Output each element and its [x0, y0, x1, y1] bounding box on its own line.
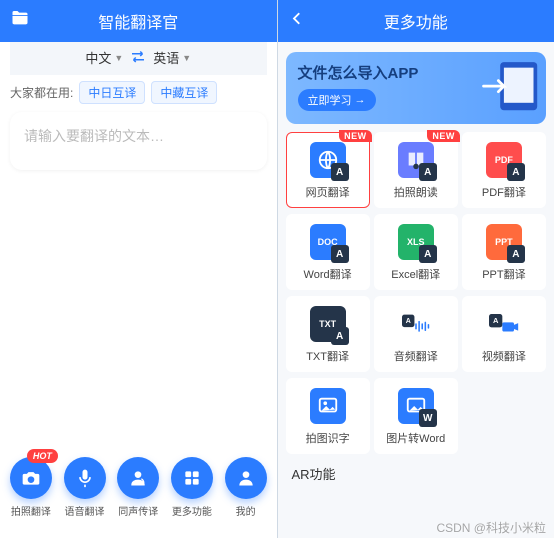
promo-cta-button[interactable]: 立即学习 →	[298, 89, 376, 111]
watermark: CSDN @科技小米粒	[436, 519, 546, 536]
feature-grid: A NEW 网页翻译 A NEW 拍照朗读 PDFAPDF翻译 DOCAWord翻译XLSAE…	[278, 132, 554, 454]
new-badge: NEW	[339, 130, 372, 142]
new-badge: NEW	[427, 130, 460, 142]
feature-label: 图片转Word	[386, 430, 445, 446]
feature-label: PDF翻译	[482, 184, 526, 200]
translate-input[interactable]: 请输入要翻译的文本…	[10, 112, 267, 170]
feature-ocr[interactable]: ANEW拍照朗读	[374, 132, 458, 208]
feature-txt[interactable]: TXTATXT翻译	[286, 296, 370, 372]
tags-label: 大家都在用:	[10, 84, 73, 101]
feature-excel[interactable]: XLSAExcel翻译	[374, 214, 458, 290]
swap-icon[interactable]	[129, 49, 147, 66]
feature-video[interactable]: AA视频翻译	[462, 296, 546, 372]
nav-me[interactable]: 我的	[225, 457, 267, 518]
popular-tags: 大家都在用: 中日互译 中藏互译	[10, 75, 267, 112]
svg-text:A: A	[405, 318, 410, 325]
feature-ppt[interactable]: PPTAPPT翻译	[462, 214, 546, 290]
camera-icon: HOT	[10, 457, 52, 499]
lang-from[interactable]: 中文	[85, 48, 111, 67]
nav-label: 语音翻译	[65, 503, 105, 518]
feature-pdf[interactable]: PDFAPDF翻译	[462, 132, 546, 208]
nav-voice[interactable]: 语音翻译	[64, 457, 106, 518]
feature-label: 拍照朗读	[394, 184, 438, 200]
bottom-nav: HOT 拍照翻译语音翻译同声传译更多功能 我的	[0, 457, 277, 518]
chevron-down-icon: ▼	[182, 53, 191, 63]
chevron-down-icon: ▼	[114, 53, 123, 63]
left-header: 智能翻译官	[0, 0, 277, 42]
feature-label: 视频翻译	[482, 348, 526, 364]
input-placeholder: 请输入要翻译的文本…	[24, 128, 164, 144]
promo-banner[interactable]: 文件怎么导入APP 立即学习 →	[286, 52, 547, 124]
arrow-right-icon: →	[355, 94, 366, 106]
ar-section-title: AR功能	[278, 454, 554, 485]
feature-audio[interactable]: AA音频翻译	[374, 296, 458, 372]
feature-label: Word翻译	[304, 266, 352, 282]
lang-to[interactable]: 英语	[153, 48, 179, 67]
feature-label: TXT翻译	[306, 348, 349, 364]
language-selector[interactable]: 中文 ▼ 英语 ▼	[10, 38, 267, 75]
back-icon[interactable]	[288, 10, 306, 33]
feature-web[interactable]: ANEW网页翻译	[286, 132, 370, 208]
feature-img2w[interactable]: W图片转Word	[374, 378, 458, 454]
nav-label: 拍照翻译	[11, 503, 51, 518]
nav-label: 我的	[236, 503, 256, 518]
promo-illustration	[478, 58, 546, 118]
me-icon	[225, 457, 267, 499]
folder-icon[interactable]	[10, 9, 30, 34]
more-icon	[171, 457, 213, 499]
left-title: 智能翻译官	[98, 9, 178, 33]
nav-label: 同声传译	[118, 503, 158, 518]
tag-cn-tib[interactable]: 中藏互译	[151, 81, 217, 104]
feature-ocrtxt[interactable]: A拍图识字	[286, 378, 370, 454]
nav-more[interactable]: 更多功能	[171, 457, 213, 518]
simul-icon	[117, 457, 159, 499]
feature-label: PPT翻译	[482, 266, 525, 282]
nav-camera[interactable]: HOT 拍照翻译	[10, 457, 52, 518]
hot-badge: HOT	[27, 449, 58, 463]
voice-icon	[64, 457, 106, 499]
feature-label: 拍图识字	[306, 430, 350, 446]
right-title: 更多功能	[384, 9, 448, 33]
right-header: 更多功能	[278, 0, 554, 42]
feature-label: Excel翻译	[391, 266, 440, 282]
nav-simul[interactable]: 同声传译	[117, 457, 159, 518]
feature-label: 网页翻译	[306, 184, 350, 200]
nav-label: 更多功能	[172, 503, 212, 518]
svg-text:A: A	[493, 316, 499, 325]
feature-word[interactable]: DOCAWord翻译	[286, 214, 370, 290]
feature-label: 音频翻译	[394, 348, 438, 364]
tag-cn-jp[interactable]: 中日互译	[79, 81, 145, 104]
